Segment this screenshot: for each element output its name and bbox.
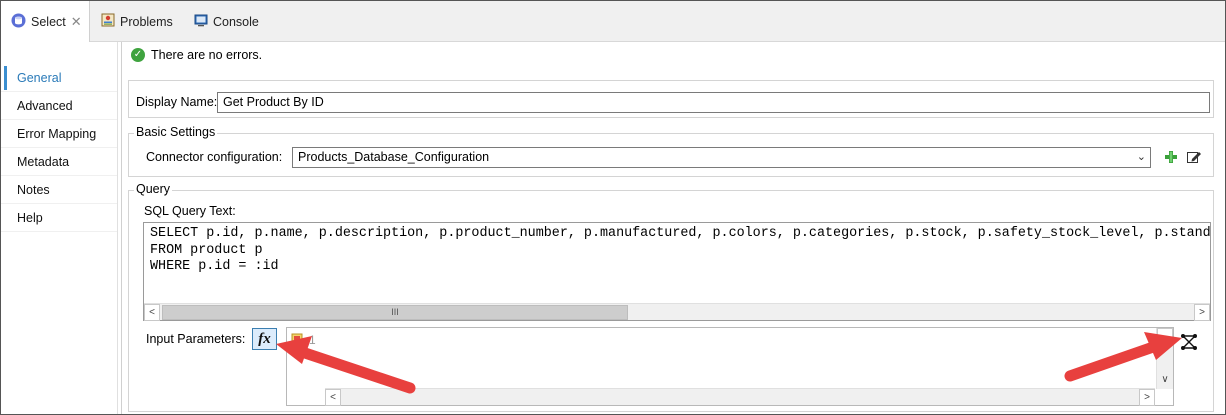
properties-nav: General Advanced Error Mapping Metadata … [1,42,118,414]
sql-horizontal-scrollbar[interactable]: < III > [144,303,1210,321]
tab-problems[interactable]: Problems [101,1,173,42]
tab-console[interactable]: Console [194,1,259,42]
status-text: There are no errors. [151,48,263,62]
close-icon[interactable]: ✕ [71,14,82,30]
scroll-left-icon[interactable]: < [144,304,160,321]
annotation-arrow-right [1064,332,1182,382]
display-name-label: Display Name: [136,95,218,109]
sql-line: SELECT p.id, p.name, p.description, p.pr… [150,226,1211,241]
tab-bar: Select ✕ Problems Console [1,1,1225,43]
query-title: Query [134,182,173,196]
connector-label: Connector configuration: [146,150,283,164]
display-name-input[interactable]: Get Product By ID [217,92,1210,113]
nav-item-error-mapping[interactable]: Error Mapping [1,120,117,148]
connector-value: Products_Database_Configuration [298,150,490,164]
tab-label: Select [31,15,66,29]
edit-icon[interactable] [1186,149,1202,168]
tab-select[interactable]: Select ✕ [1,1,90,43]
sql-line: FROM product p [150,242,263,258]
scroll-right-icon[interactable]: > [1194,304,1210,321]
nav-item-help[interactable]: Help [1,204,117,232]
add-icon[interactable] [1163,149,1179,168]
database-icon [11,13,26,31]
scroll-right-icon[interactable]: > [1139,389,1155,406]
nav-item-general[interactable]: General [1,64,117,92]
input-parameters-label: Input Parameters: [146,332,246,346]
connector-select[interactable]: Products_Database_Configuration ⌄ [292,147,1151,168]
scroll-thumb[interactable]: III [162,305,628,320]
nav-item-advanced[interactable]: Advanced [1,92,117,120]
problems-icon [101,13,115,30]
validation-status: ✓ There are no errors. [131,48,262,62]
tab-label: Console [213,14,259,29]
tab-label: Problems [120,14,173,29]
check-circle-icon: ✓ [131,48,145,62]
params-horizontal-scrollbar[interactable]: < > [325,388,1155,406]
nav-item-notes[interactable]: Notes [1,176,117,204]
console-icon [194,13,208,30]
nav-item-metadata[interactable]: Metadata [1,148,117,176]
sql-query-label: SQL Query Text: [144,204,236,218]
sql-line: WHERE p.id = :id [150,259,279,274]
annotation-arrow-left [276,336,416,394]
basic-settings-title: Basic Settings [134,125,218,139]
chevron-down-icon: ⌄ [1136,151,1146,163]
content-divider [121,42,122,414]
